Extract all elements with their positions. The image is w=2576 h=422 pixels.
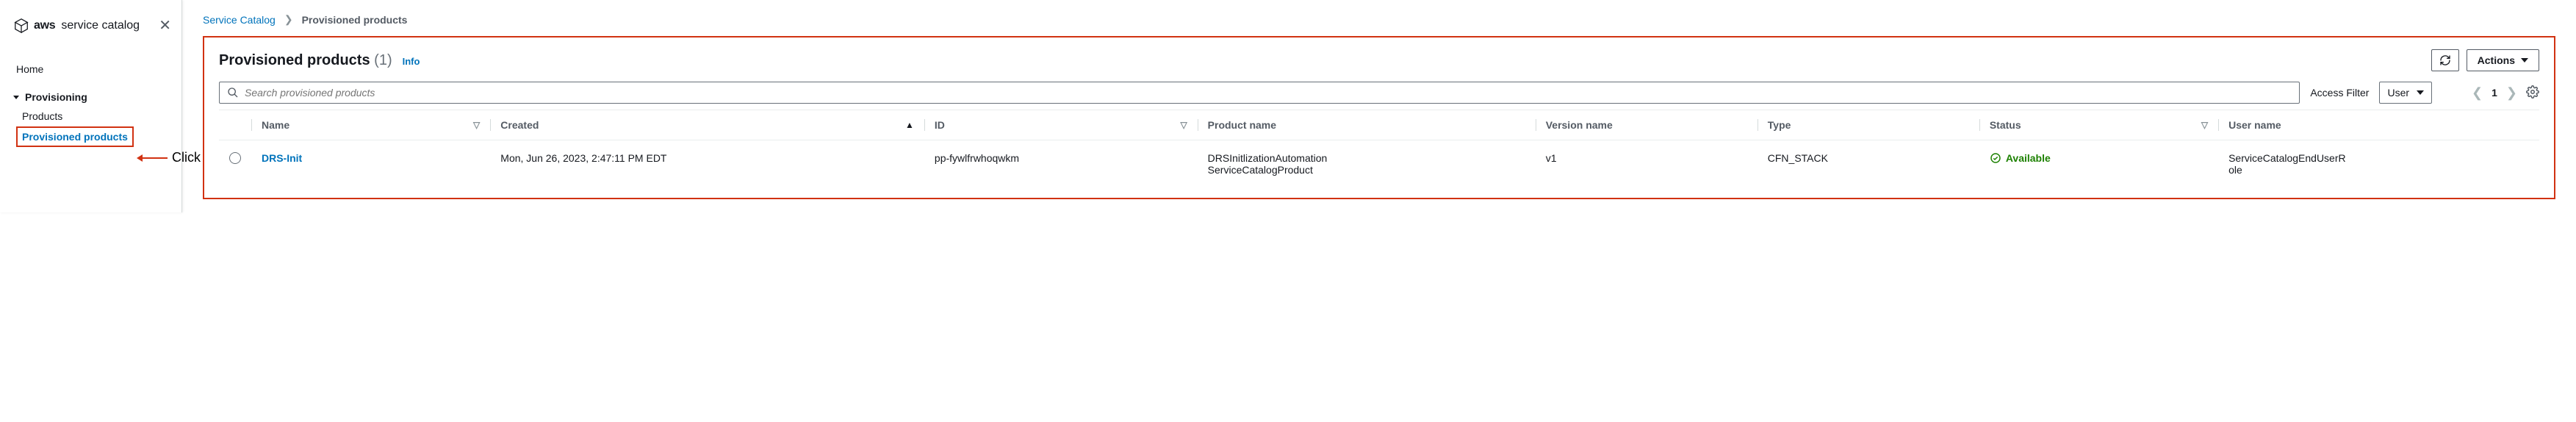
refresh-icon xyxy=(2439,54,2451,66)
page-number: 1 xyxy=(2492,87,2497,99)
col-select xyxy=(219,110,251,140)
col-status-label: Status xyxy=(1990,119,2021,131)
col-user-label: User name xyxy=(2228,119,2281,131)
aws-service-catalog-logo: aws service catalog xyxy=(13,18,140,34)
col-version[interactable]: Version name xyxy=(1536,110,1757,140)
provisioned-products-panel: Provisioned products (1) Info xyxy=(203,36,2555,199)
status-text: Available xyxy=(2006,152,2051,164)
col-status[interactable]: Status ▽ xyxy=(1979,110,2218,140)
nav-section-provisioning[interactable]: Provisioning xyxy=(0,82,181,106)
nav-provisioned-products[interactable]: Provisioned products xyxy=(16,126,134,147)
cell-version: v1 xyxy=(1546,152,1557,164)
col-id[interactable]: ID ▽ xyxy=(924,110,1198,140)
info-link[interactable]: Info xyxy=(403,56,420,67)
arrow-left-icon xyxy=(141,157,168,159)
actions-label: Actions xyxy=(2478,54,2515,66)
access-filter-value: User xyxy=(2387,87,2409,99)
page-next[interactable]: ❯ xyxy=(2506,85,2517,101)
cell-user: ServiceCatalogEndUserRole xyxy=(2228,152,2346,176)
actions-dropdown[interactable]: Actions xyxy=(2467,49,2539,71)
breadcrumb: Service Catalog ❯ Provisioned products xyxy=(203,13,2555,26)
refresh-button[interactable] xyxy=(2431,49,2459,71)
page-title-count: (1) xyxy=(374,52,392,68)
cell-id: pp-fywlfrwhoqwkm xyxy=(935,152,1019,164)
caret-down-icon xyxy=(13,96,19,99)
search-icon xyxy=(227,87,239,99)
main-content: Service Catalog ❯ Provisioned products P… xyxy=(182,0,2576,212)
table-header-row: Name▽ Created▲ ID▽ Product name Version xyxy=(219,110,2539,140)
access-filter-label: Access Filter xyxy=(2310,87,2369,99)
gear-icon xyxy=(2526,85,2539,99)
nav: Home Provisioning Products Provisioned p… xyxy=(0,51,181,151)
sidebar-header: aws service catalog ✕ xyxy=(0,15,181,51)
page-prev[interactable]: ❮ xyxy=(2472,85,2483,101)
col-name[interactable]: Name ▽ xyxy=(251,110,490,140)
close-icon[interactable]: ✕ xyxy=(159,16,171,35)
check-circle-icon xyxy=(1990,152,2001,164)
sort-icon: ▽ xyxy=(2201,120,2208,130)
col-type-label: Type xyxy=(1768,119,1791,131)
col-product[interactable]: Product name xyxy=(1198,110,1536,140)
col-type[interactable]: Type xyxy=(1757,110,1979,140)
page-title: Provisioned products (1) xyxy=(219,52,392,69)
nav-provisioned-products-label: Provisioned products xyxy=(22,131,128,143)
chevron-right-icon: ❯ xyxy=(284,13,293,26)
cell-product: DRSInitlizationAutomationServiceCatalogP… xyxy=(1208,152,1333,176)
settings-button[interactable] xyxy=(2526,85,2539,101)
toolbar: Access Filter User ❮ 1 ❯ xyxy=(219,82,2539,104)
col-user[interactable]: User name xyxy=(2218,110,2539,140)
nav-products[interactable]: Products xyxy=(0,106,181,126)
provisioned-products-table: Name▽ Created▲ ID▽ Product name Version xyxy=(219,110,2539,187)
search-box[interactable] xyxy=(219,82,2300,104)
brand-aws: aws xyxy=(34,19,55,32)
cell-created: Mon, Jun 26, 2023, 2:47:11 PM EDT xyxy=(500,152,666,164)
header-actions: Actions xyxy=(2431,49,2539,71)
pagination: ❮ 1 ❯ xyxy=(2472,85,2539,101)
table-row[interactable]: DRS-Init Mon, Jun 26, 2023, 2:47:11 PM E… xyxy=(219,140,2539,188)
cell-type: CFN_STACK xyxy=(1768,152,1828,164)
search-input[interactable] xyxy=(245,87,2292,99)
nav-home[interactable]: Home xyxy=(0,56,181,82)
nav-provisioning-label: Provisioning xyxy=(25,91,87,103)
access-filter-select[interactable]: User xyxy=(2379,82,2432,104)
row-select-radio[interactable] xyxy=(229,152,241,164)
sort-asc-icon: ▲ xyxy=(905,120,914,130)
col-created-label: Created xyxy=(500,119,539,131)
sort-icon: ▽ xyxy=(1180,120,1187,130)
page-title-text: Provisioned products xyxy=(219,52,370,68)
caret-down-icon xyxy=(2417,90,2424,95)
sort-icon: ▽ xyxy=(473,120,480,130)
panel-header: Provisioned products (1) Info xyxy=(219,49,2539,71)
product-name-link[interactable]: DRS-Init xyxy=(262,152,302,164)
breadcrumb-root[interactable]: Service Catalog xyxy=(203,14,276,26)
status-badge: Available xyxy=(1990,152,2051,164)
breadcrumb-current: Provisioned products xyxy=(302,14,408,26)
col-version-label: Version name xyxy=(1546,119,1613,131)
caret-down-icon xyxy=(2521,58,2528,62)
col-created[interactable]: Created ▲ xyxy=(490,110,924,140)
brand-service: service catalog xyxy=(61,19,140,32)
sidebar: aws service catalog ✕ Home Provisioning … xyxy=(0,0,182,212)
col-product-label: Product name xyxy=(1208,119,1276,131)
cube-icon xyxy=(13,18,29,34)
col-id-label: ID xyxy=(935,119,945,131)
col-name-label: Name xyxy=(262,119,289,131)
